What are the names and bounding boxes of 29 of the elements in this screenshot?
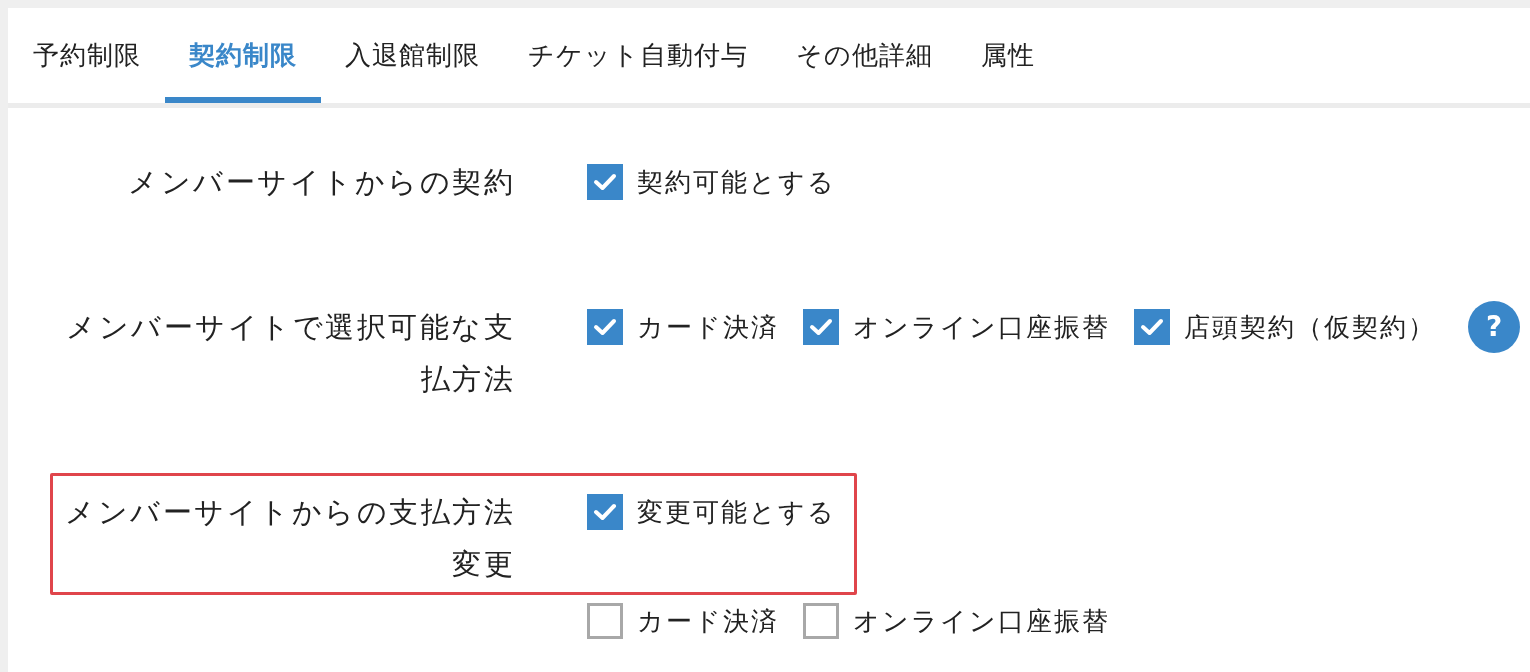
tab[interactable]: 属性 (957, 8, 1059, 103)
help-icon[interactable]: ? (1468, 301, 1520, 353)
tab[interactable]: チケット自動付与 (504, 8, 772, 103)
checkmark-icon (593, 172, 617, 192)
checkmark-icon (593, 317, 617, 337)
checkbox[interactable] (587, 494, 623, 530)
checkbox[interactable] (587, 164, 623, 200)
checkbox[interactable] (587, 603, 623, 639)
option-label: オンライン口座振替 (853, 310, 1110, 344)
checkbox[interactable] (587, 309, 623, 345)
option-label: 店頭契約（仮契約） (1184, 310, 1436, 344)
setting-label: メンバーサイトからの支払方法変更 (64, 494, 515, 583)
tab[interactable]: 予約制限 (9, 8, 165, 103)
option-label: カード決済 (637, 310, 779, 344)
checkmark-icon (1140, 317, 1164, 337)
option-label: 変更可能とする (637, 495, 836, 529)
option-label: 契約可能とする (637, 165, 836, 199)
checkbox[interactable] (1134, 309, 1170, 345)
setting-label: メンバーサイトで選択可能な支払方法 (65, 309, 515, 398)
checkmark-icon (593, 502, 617, 522)
setting-label: メンバーサイトからの契約 (127, 164, 515, 201)
tab[interactable]: その他詳細 (772, 8, 957, 103)
checkmark-icon (809, 317, 833, 337)
option-label: カード決済 (637, 604, 779, 638)
checkbox[interactable] (803, 309, 839, 345)
tab[interactable]: 入退館制限 (321, 8, 504, 103)
option-label: オンライン口座振替 (853, 604, 1110, 638)
tab[interactable]: 契約制限 (165, 8, 321, 103)
checkbox[interactable] (803, 603, 839, 639)
